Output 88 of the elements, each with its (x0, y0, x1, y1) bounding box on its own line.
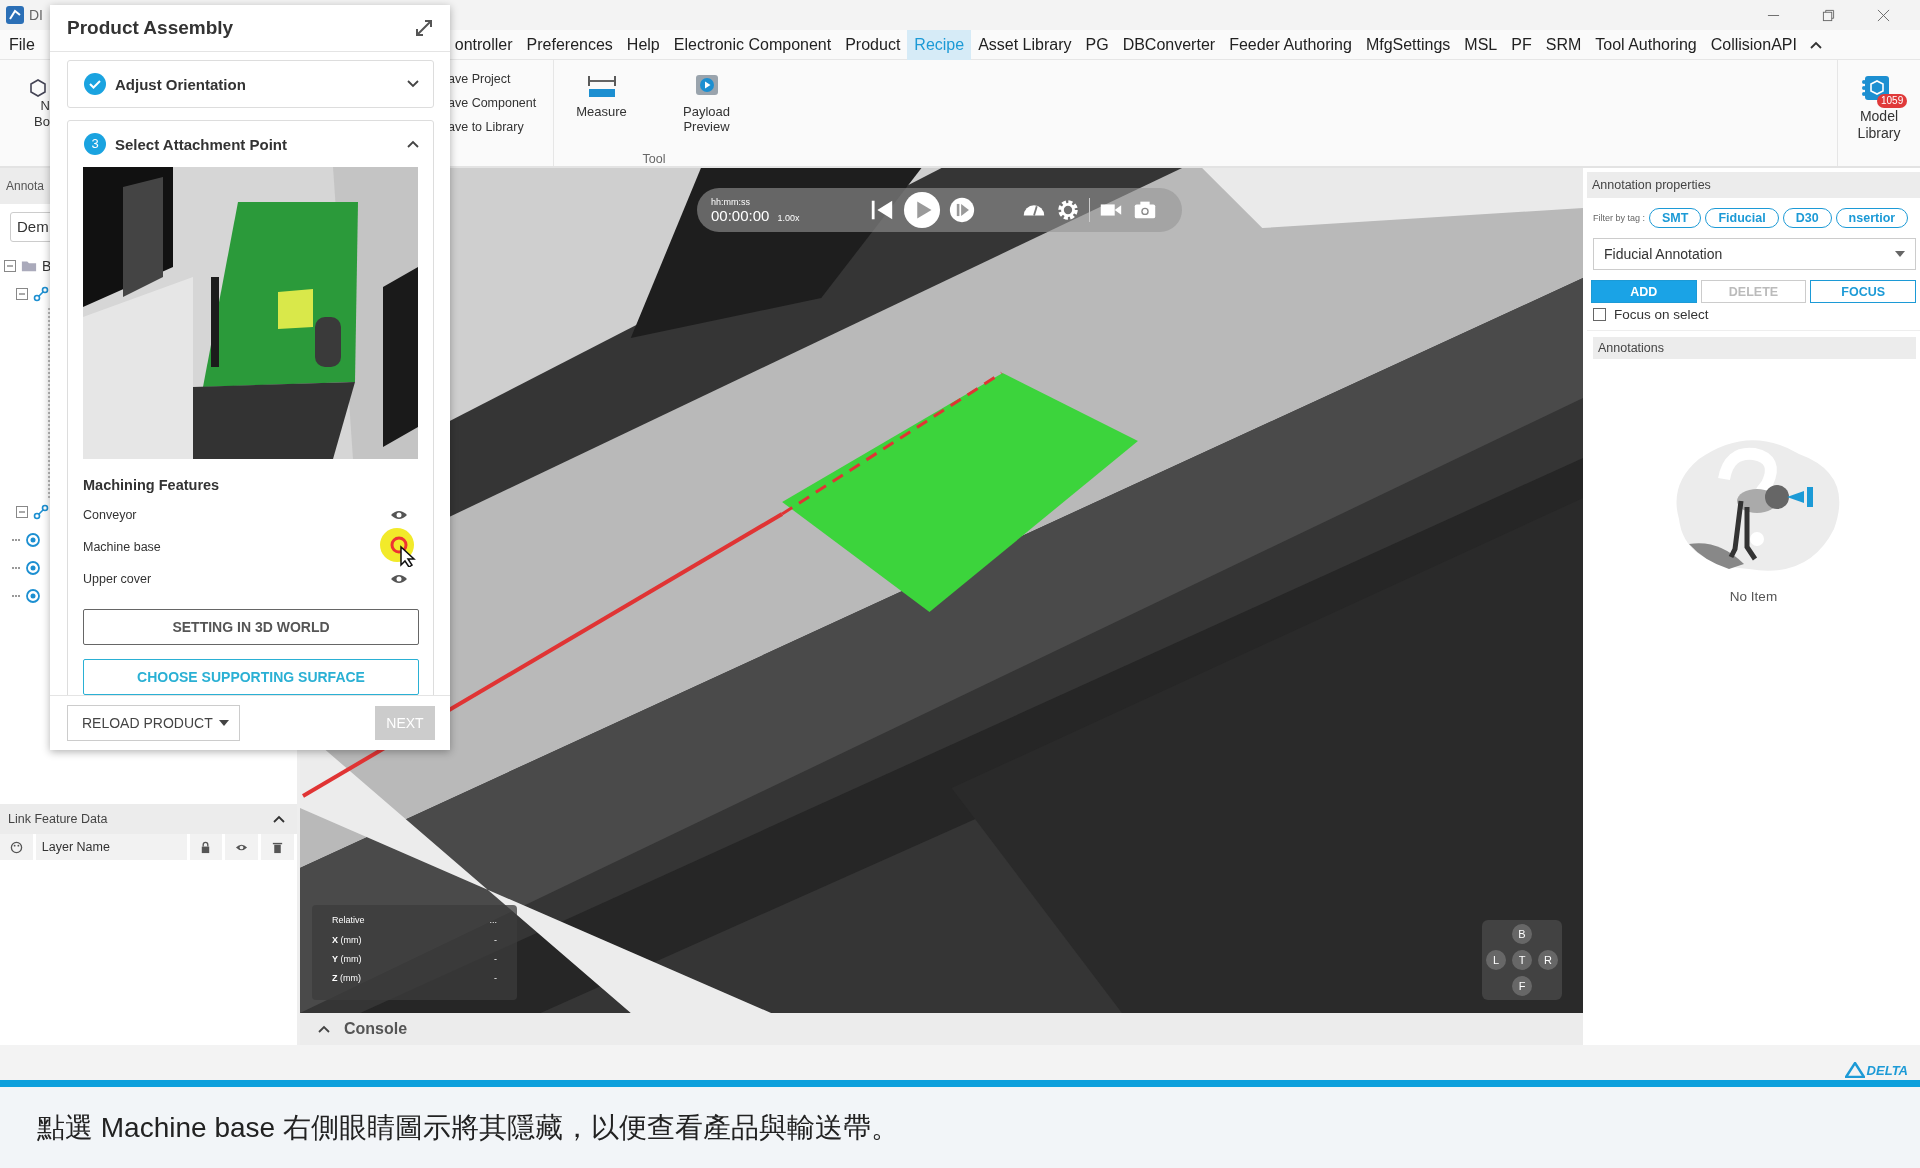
caption-text: 點選 Machine base 右側眼睛圖示將其隱藏，以便查看產品與輸送帶。 (37, 1110, 899, 1145)
link-icon (33, 286, 49, 302)
eye-icon[interactable] (390, 509, 408, 521)
node-icon (25, 588, 41, 604)
click-highlight-icon[interactable] (379, 527, 419, 567)
menu-item[interactable]: CollisionAPI (1703, 29, 1804, 60)
menu-item[interactable]: Product (838, 29, 908, 60)
trash-icon[interactable] (271, 840, 285, 854)
collapse-icon[interactable] (273, 815, 285, 823)
settings-icon[interactable] (1055, 197, 1081, 223)
feature-label: Conveyor (83, 508, 137, 522)
box-icon[interactable] (28, 78, 48, 98)
node-icon (25, 560, 41, 576)
filter-label: Filter by tag : (1593, 213, 1646, 223)
step-card[interactable]: Adjust Orientation (67, 60, 434, 108)
ribbon-button-label[interactable]: Measure (576, 104, 627, 119)
axis-value: - (494, 972, 497, 985)
menu-item[interactable]: Electronic Component (666, 29, 839, 60)
axis-label: Y (mm) (332, 953, 362, 966)
menu-item[interactable]: MSL (1457, 29, 1505, 60)
checkbox[interactable] (1593, 308, 1606, 321)
caret-icon (1895, 251, 1905, 257)
ribbon-button-label[interactable]: Payload Preview (674, 104, 739, 134)
caret-icon (218, 720, 229, 726)
checkbox-label[interactable]: Focus on select (1614, 307, 1709, 322)
coordinates-title: Relative (332, 915, 365, 925)
menu-item[interactable]: Help (619, 29, 667, 60)
feature-label: Machine base (83, 540, 161, 554)
link-icon (33, 504, 49, 520)
window-title: DI (29, 7, 43, 23)
feature-label: Upper cover (83, 572, 152, 586)
step-title: Select Attachment Point (115, 135, 288, 153)
section-title: Annotations (1598, 341, 1665, 355)
reload-product-button[interactable]: RELOAD PRODUCT (67, 705, 240, 741)
annotation-type-select[interactable]: Fiducial Annotation (1593, 238, 1916, 270)
action-button[interactable]: SETTING IN 3D WORLD (83, 609, 419, 645)
brand-logo-text: DELTA (1866, 1062, 1908, 1078)
menu-item[interactable]: Feeder Authoring (1222, 29, 1359, 60)
chevron-icon[interactable] (407, 80, 419, 88)
expand-icon[interactable] (318, 1025, 330, 1033)
section-title: Machining Features (83, 477, 221, 493)
play-icon[interactable] (903, 191, 941, 229)
ribbon-button-label[interactable]: Model Library (1849, 108, 1909, 142)
count-badge: 1059 (1877, 94, 1908, 108)
restore-icon[interactable] (1822, 8, 1835, 22)
check-icon (84, 73, 106, 95)
menu-item[interactable]: Tool Authoring (1588, 29, 1704, 60)
menu-item[interactable]: PG (1078, 29, 1116, 60)
group-label: Tool (642, 152, 666, 166)
empty-message: No Item (1729, 589, 1778, 604)
ribbon-button-label[interactable]: Bo (34, 114, 50, 130)
panel-title: Annotation properties (1592, 178, 1711, 192)
close-icon[interactable] (1877, 8, 1890, 22)
app-logo-icon (5, 5, 25, 25)
panel-title: Annota (6, 179, 45, 193)
menu-item[interactable]: Preferences (519, 29, 620, 60)
menu-item[interactable]: DBConverter (1115, 29, 1223, 60)
axis-value: - (494, 953, 497, 966)
console-bar[interactable]: Console (300, 1013, 1583, 1045)
ribbon-button-label[interactable]: N (40, 98, 50, 114)
collapse-ribbon-icon[interactable] (1809, 40, 1822, 49)
menu-item[interactable]: Asset Library (971, 29, 1079, 60)
axis-value: - (494, 934, 497, 947)
menu-item[interactable]: ontroller (447, 29, 520, 60)
panel-title: Link Feature Data (8, 812, 108, 826)
dialog-title: Product Assembly (67, 17, 234, 39)
step-forward-icon[interactable] (949, 197, 975, 223)
eye-icon[interactable] (390, 573, 408, 585)
menu-item[interactable]: PF (1504, 29, 1539, 60)
time-display: 00:00:00 (711, 206, 770, 224)
axis-label: Z (mm) (332, 972, 361, 985)
expand-icon[interactable] (414, 18, 434, 38)
node-icon (25, 532, 41, 548)
tree-item[interactable]: B (42, 258, 52, 274)
column-header[interactable]: Layer Name (41, 840, 110, 854)
menu-item[interactable]: MfgSettings (1358, 29, 1458, 60)
menu-item[interactable]: File (2, 29, 42, 60)
speed-label[interactable]: 1.00x (777, 212, 800, 223)
step-title: Adjust Orientation (115, 75, 247, 93)
view-cube[interactable]: B L T R F (1482, 920, 1562, 1000)
more-button[interactable]: ... (489, 915, 497, 925)
console-label: Console (344, 1020, 408, 1038)
step-number: 3 (84, 133, 106, 155)
logo-icon (1844, 1062, 1865, 1078)
axis-label: X (mm) (332, 934, 362, 947)
time-format-label: hh:mm:ss (711, 196, 751, 207)
menu-item[interactable]: SRM (1538, 29, 1589, 60)
chevron-icon[interactable] (407, 140, 419, 148)
